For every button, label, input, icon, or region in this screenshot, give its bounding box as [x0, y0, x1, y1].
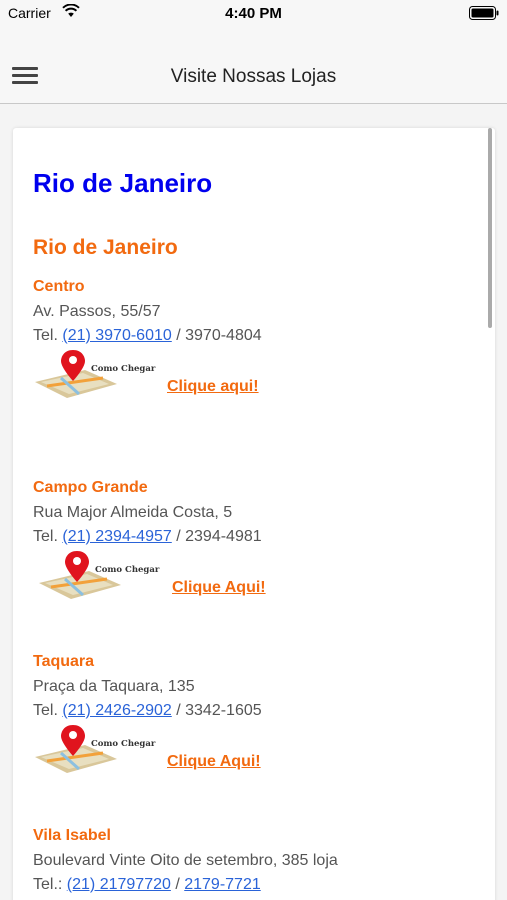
phone-link-secondary[interactable]: 2179-7721: [184, 876, 261, 893]
phone-separator: /: [171, 702, 186, 719]
directions-area: Como Chegar Clique Aqui!: [33, 549, 483, 609]
directions-link[interactable]: Clique Aqui!: [167, 753, 261, 771]
store-address: Rua Major Almeida Costa, 5: [33, 504, 233, 521]
tel-prefix: Tel.: [33, 702, 58, 719]
store-taquara: Taquara Praça da Taquara, 135 Tel. (21) …: [33, 651, 483, 783]
map-pin-icon[interactable]: [33, 348, 155, 404]
navigation-bar: Visite Nossas Lojas: [0, 26, 507, 104]
map-caption: Como Chegar: [91, 739, 156, 749]
tel-prefix: Tel.: [33, 528, 58, 545]
map-pin-icon[interactable]: [37, 549, 159, 605]
store-name: Vila Isabel: [33, 827, 111, 844]
scrollbar[interactable]: [488, 128, 492, 328]
city-heading: Rio de Janeiro: [33, 236, 178, 259]
phone-link[interactable]: (21) 2426-2902: [62, 702, 171, 719]
phone-separator: /: [171, 528, 186, 545]
store-phone: Tel. (21) 3970-6010 / 3970-4804: [33, 324, 483, 348]
store-address: Av. Passos, 55/57: [33, 303, 161, 320]
store-name: Taquara: [33, 653, 95, 670]
store-campo-grande: Campo Grande Rua Major Almeida Costa, 5 …: [33, 477, 483, 609]
tel-prefix: Tel.:: [33, 876, 63, 893]
store-vila-isabel: Vila Isabel Boulevard Vinte Oito de sete…: [33, 825, 483, 897]
phone-secondary: 2394-4981: [185, 528, 262, 545]
directions-link[interactable]: Clique aqui!: [167, 378, 259, 396]
store-phone: Tel. (21) 2426-2902 / 3342-1605: [33, 699, 483, 723]
phone-link[interactable]: (21) 3970-6010: [62, 327, 171, 344]
store-name: Campo Grande: [33, 479, 148, 496]
phone-secondary: 3970-4804: [185, 327, 262, 344]
phone-separator: /: [170, 876, 185, 893]
clock-time: 4:40 PM: [225, 5, 282, 22]
page-title: Visite Nossas Lojas: [170, 66, 337, 87]
tel-prefix: Tel.: [33, 327, 58, 344]
battery-icon: [469, 6, 499, 20]
store-phone: Tel. (21) 2394-4957 / 2394-4981: [33, 525, 483, 549]
stores-card: Rio de Janeiro Rio de Janeiro Centro Av.…: [13, 128, 495, 900]
phone-separator: /: [171, 327, 186, 344]
map-caption: Como Chegar: [95, 565, 160, 575]
store-phone: Tel.: (21) 21797720 / 2179-7721: [33, 873, 483, 897]
store-address: Boulevard Vinte Oito de setembro, 385 lo…: [33, 852, 338, 869]
state-heading: Rio de Janeiro: [33, 168, 213, 198]
directions-area: Como Chegar Clique aqui!: [33, 348, 483, 408]
phone-secondary: 3342-1605: [185, 702, 262, 719]
store-address: Praça da Taquara, 135: [33, 678, 195, 695]
map-caption: Como Chegar: [91, 364, 156, 374]
phone-link[interactable]: (21) 21797720: [67, 876, 171, 893]
status-bar: Carrier 4:40 PM: [0, 0, 507, 26]
store-name: Centro: [33, 278, 85, 295]
store-centro: Centro Av. Passos, 55/57 Tel. (21) 3970-…: [33, 276, 483, 408]
directions-area: Como Chegar Clique Aqui!: [33, 723, 483, 783]
phone-link[interactable]: (21) 2394-4957: [62, 528, 171, 545]
content-area[interactable]: Rio de Janeiro Rio de Janeiro Centro Av.…: [0, 104, 507, 900]
map-pin-icon[interactable]: [33, 723, 155, 779]
directions-link[interactable]: Clique Aqui!: [172, 579, 266, 597]
